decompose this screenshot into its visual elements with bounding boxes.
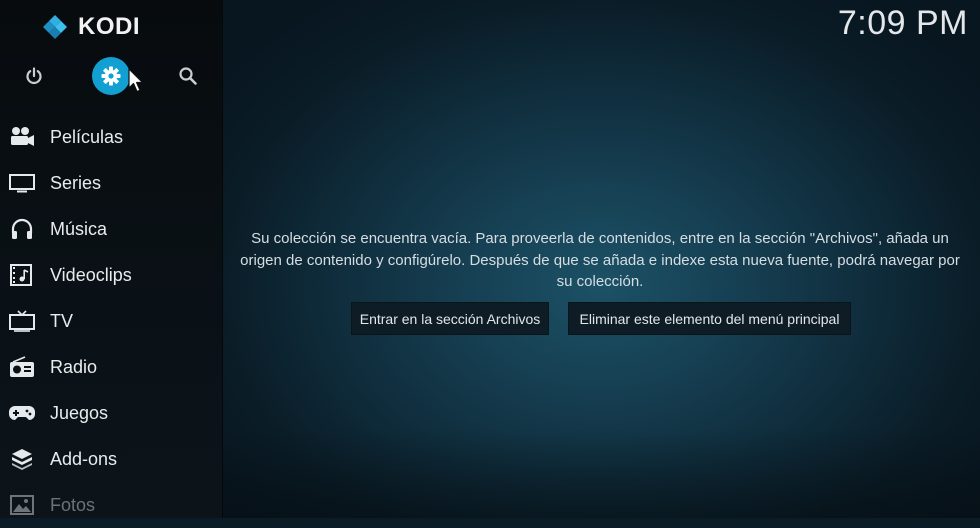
sidebar: KODI Películas Series Música Videoclips … — [0, 0, 223, 518]
mouse-cursor-icon — [128, 68, 144, 93]
sidebar-item-label: Radio — [50, 356, 98, 377]
remove-menu-item-button[interactable]: Eliminar este elemento del menú principa… — [568, 302, 851, 335]
sidebar-item-tv[interactable]: TV — [0, 298, 222, 344]
radio-icon — [8, 355, 36, 379]
headphones-icon — [8, 217, 36, 241]
kodi-logo-icon — [43, 15, 67, 39]
clock: 7:09 PM — [837, 4, 968, 42]
sidebar-item-label: Videoclips — [50, 264, 132, 285]
sidebar-item-label: Add-ons — [50, 448, 118, 469]
gear-icon — [101, 66, 121, 86]
movie-camera-icon — [8, 125, 36, 149]
search-icon — [179, 67, 197, 85]
sidebar-item-label: Películas — [50, 126, 124, 147]
logo-text: KODI — [78, 13, 140, 40]
sidebar-item-label: Series — [50, 172, 102, 193]
sidebar-item-musica[interactable]: Música — [0, 206, 222, 252]
sidebar-item-label: TV — [50, 310, 74, 331]
film-note-icon — [8, 263, 36, 287]
sidebar-item-series[interactable]: Series — [0, 160, 222, 206]
power-button[interactable] — [15, 57, 53, 95]
sidebar-item-label: Música — [50, 218, 108, 239]
enter-files-section-button[interactable]: Entrar en la sección Archivos — [351, 302, 549, 335]
sidebar-item-label: Juegos — [50, 402, 109, 423]
photo-icon — [8, 493, 36, 517]
sidebar-item-videoclips[interactable]: Videoclips — [0, 252, 222, 298]
sidebar-item-juegos[interactable]: Juegos — [0, 390, 222, 436]
kodi-logo: KODI — [42, 12, 140, 42]
sidebar-item-fotos[interactable]: Fotos — [0, 482, 222, 528]
gamepad-icon — [8, 401, 36, 425]
tv-icon — [8, 309, 36, 333]
sidebar-item-label: Fotos — [50, 494, 96, 515]
sidebar-item-peliculas[interactable]: Películas — [0, 114, 222, 160]
search-button[interactable] — [169, 57, 207, 95]
sidebar-item-addons[interactable]: Add-ons — [0, 436, 222, 482]
sidebar-item-radio[interactable]: Radio — [0, 344, 222, 390]
settings-button[interactable] — [92, 57, 130, 95]
empty-library-message: Su colección se encuentra vacía. Para pr… — [240, 230, 960, 290]
addons-box-icon — [8, 447, 36, 471]
tv-monitor-icon — [8, 171, 36, 195]
power-icon — [26, 67, 42, 85]
